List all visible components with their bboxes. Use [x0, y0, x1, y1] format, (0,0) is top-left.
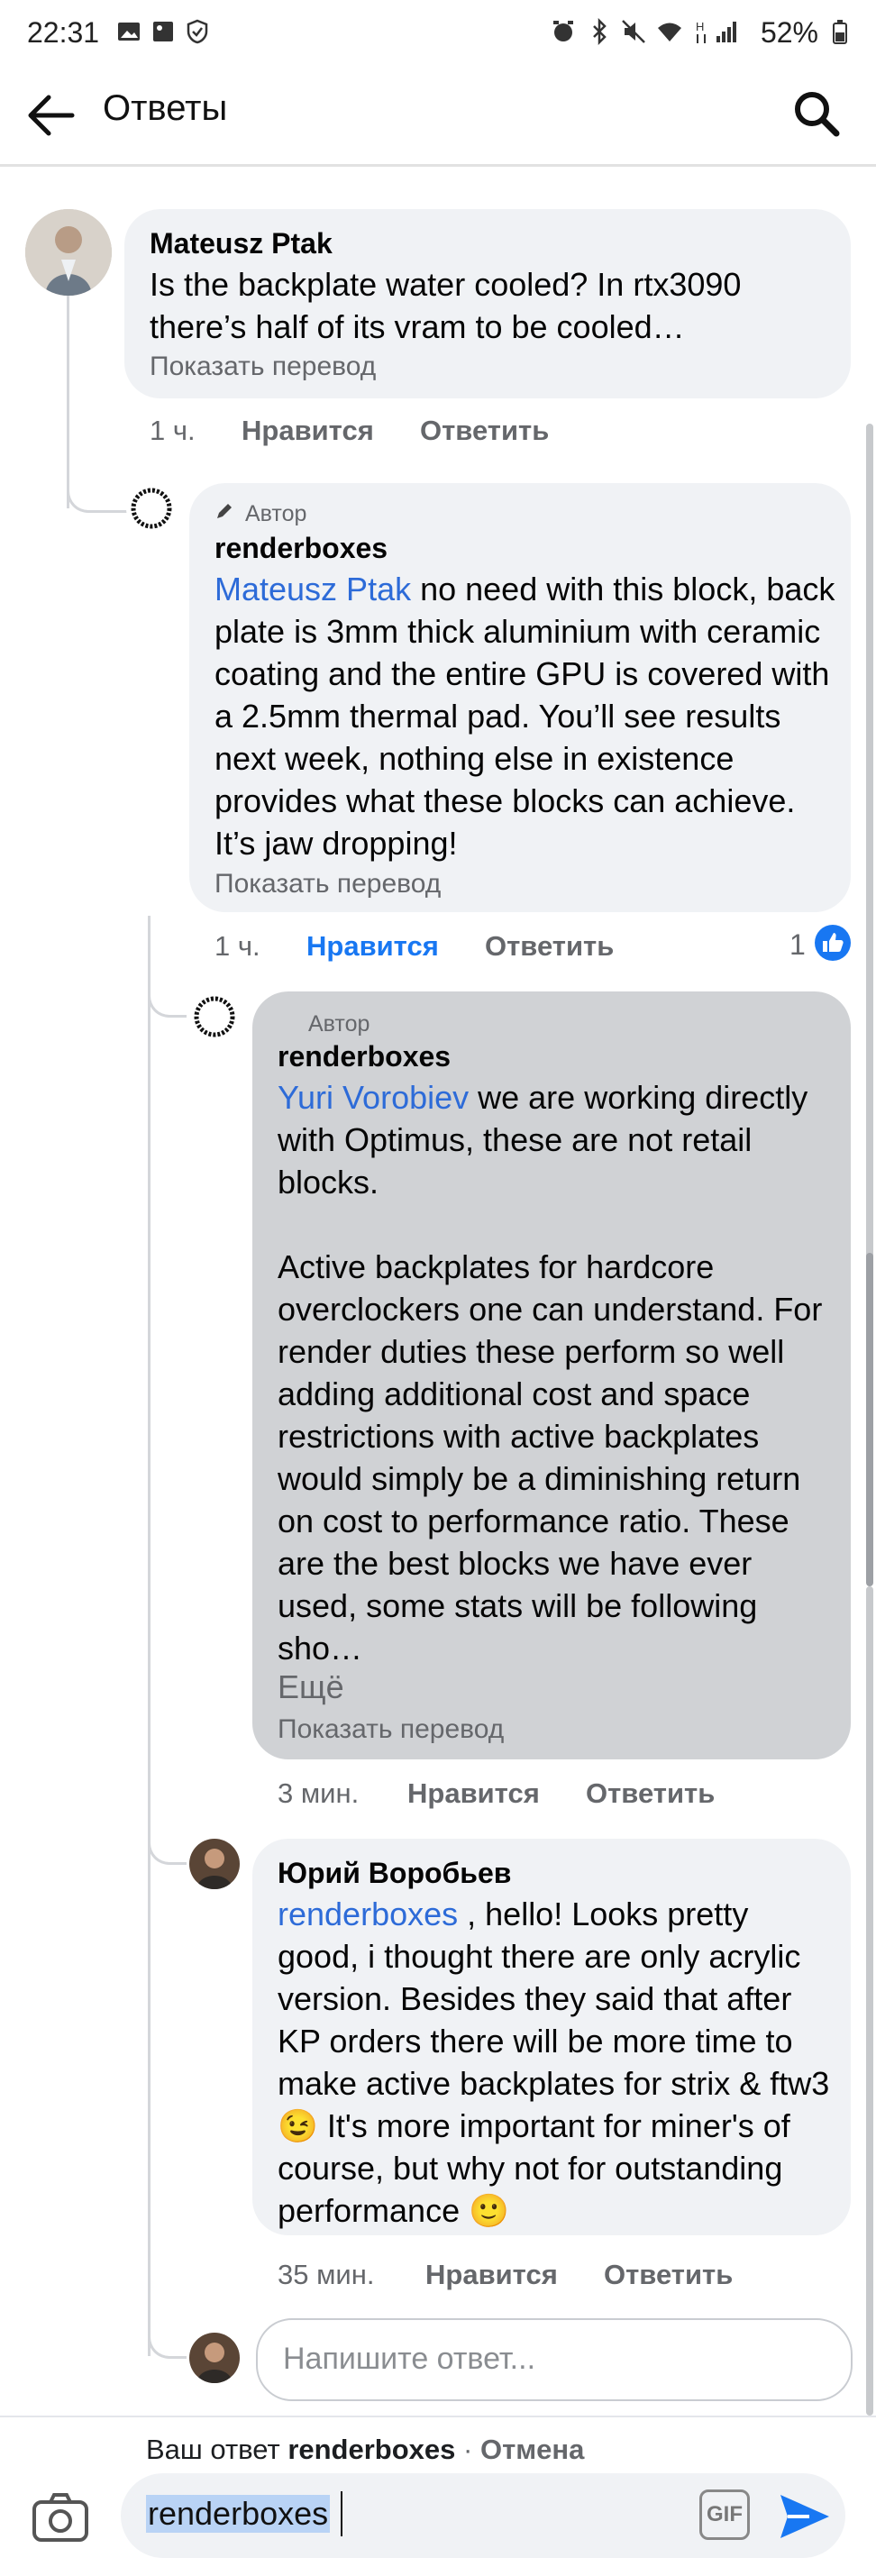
show-translation-link[interactable]: Показать перевод — [214, 869, 441, 900]
comment-text: Mateusz Ptak no need with this block, ba… — [214, 571, 844, 862]
comment-text: Yuri Vorobiev we are working directly wi… — [278, 1079, 823, 1667]
reply-input[interactable]: Напишите ответ... — [256, 2318, 853, 2401]
gif-button[interactable]: GIF — [699, 2489, 750, 2540]
scrollbar-track-lower[interactable] — [866, 1586, 873, 2416]
comment-author[interactable]: renderboxes — [214, 532, 388, 565]
mention-link[interactable]: Yuri Vorobiev — [278, 1079, 469, 1116]
thread-connector — [67, 487, 129, 513]
app-header: Ответы — [0, 69, 876, 167]
thread-connector — [148, 991, 187, 1018]
like-button[interactable]: Нравится — [407, 1777, 540, 1810]
comment-bubble-selected[interactable]: Автор renderboxes Yuri Vorobiev we are w… — [252, 991, 851, 1759]
avatar[interactable] — [189, 1839, 240, 1889]
wifi-icon — [658, 23, 681, 41]
reply-button[interactable]: Ответить — [420, 415, 549, 447]
status-time: 22:31 — [27, 16, 100, 49]
mention-link[interactable]: Mateusz Ptak — [214, 571, 411, 607]
back-arrow-icon[interactable] — [25, 92, 76, 139]
like-button[interactable]: Нравится — [242, 415, 374, 447]
network-h-icon: H — [696, 20, 706, 43]
author-tag: Автор — [245, 501, 307, 526]
comment-bubble[interactable]: Mateusz Ptak Is the backplate water cool… — [124, 209, 851, 398]
page-title: Ответы — [103, 88, 228, 128]
pencil-icon — [217, 504, 232, 518]
like-button-active[interactable]: Нравится — [306, 930, 439, 963]
avatar-renderboxes[interactable] — [126, 483, 177, 534]
text-cursor — [341, 2491, 342, 2536]
thread-line — [67, 288, 69, 508]
current-user-avatar — [189, 2333, 240, 2383]
battery-level: 52% — [760, 16, 818, 49]
search-icon[interactable] — [791, 88, 842, 139]
avatar[interactable] — [25, 209, 112, 296]
thread-line-nested — [148, 916, 151, 2356]
reply-target-name: renderboxes — [287, 2434, 456, 2465]
comment-time: 1 ч. — [150, 415, 196, 446]
like-button[interactable]: Нравится — [425, 2259, 558, 2291]
avatar-renderboxes[interactable] — [189, 991, 240, 1042]
comment-bubble[interactable]: Автор renderboxes Mateusz Ptak no need w… — [189, 483, 851, 912]
battery-icon — [833, 20, 847, 44]
comment-author[interactable]: Юрий Воробьев — [278, 1857, 511, 1890]
show-translation-link[interactable]: Показать перевод — [278, 1714, 504, 1745]
reaction-count: 1 — [789, 928, 806, 961]
image-icon — [153, 22, 173, 41]
comment-bubble[interactable]: Юрий Воробьев renderboxes , hello! Looks… — [252, 1839, 851, 2235]
comment-time: 35 мин. — [278, 2259, 375, 2290]
scrollbar-thumb[interactable] — [866, 1253, 873, 1586]
comment-text: renderboxes , hello! Looks pretty good, … — [278, 1895, 839, 2229]
cancel-reply-button[interactable]: Отмена — [480, 2434, 584, 2465]
comment-time: 1 ч. — [214, 930, 260, 962]
comment-time: 3 мин. — [278, 1777, 360, 1809]
reply-input-placeholder: Напишите ответ... — [283, 2342, 536, 2376]
comment-composer[interactable]: renderboxes GIF — [121, 2473, 845, 2558]
signal-icon — [716, 22, 736, 42]
composer-text[interactable]: renderboxes — [146, 2495, 331, 2533]
thread-connector — [148, 1839, 187, 1865]
status-bar: 22:31 H 52% — [0, 0, 876, 69]
reply-button[interactable]: Ответить — [604, 2259, 733, 2291]
show-translation-link[interactable]: Показать перевод — [150, 352, 376, 382]
replying-to-label: Ваш ответ renderboxes · Отмена — [146, 2434, 585, 2465]
mute-icon — [622, 20, 645, 43]
gallery-icon — [118, 23, 140, 41]
thread-connector — [148, 2333, 187, 2359]
alarm-icon — [553, 21, 573, 41]
bluetooth-icon — [593, 18, 607, 45]
comment-author[interactable]: renderboxes — [278, 1040, 451, 1073]
svg-text:H: H — [696, 20, 704, 33]
send-icon[interactable] — [777, 2491, 833, 2542]
see-more-link[interactable]: Ещё — [278, 1666, 344, 1708]
mention-link[interactable]: renderboxes — [278, 1895, 458, 1932]
camera-icon[interactable] — [31, 2491, 90, 2544]
reply-button[interactable]: Ответить — [485, 930, 614, 963]
reply-button[interactable]: Ответить — [586, 1777, 715, 1810]
security-icon — [187, 19, 208, 44]
author-tag: Автор — [308, 1011, 370, 1037]
comment-text: Is the backplate water cooled? In rtx309… — [150, 266, 751, 345]
like-reaction-icon[interactable] — [813, 923, 853, 963]
comment-author[interactable]: Mateusz Ptak — [150, 227, 333, 260]
